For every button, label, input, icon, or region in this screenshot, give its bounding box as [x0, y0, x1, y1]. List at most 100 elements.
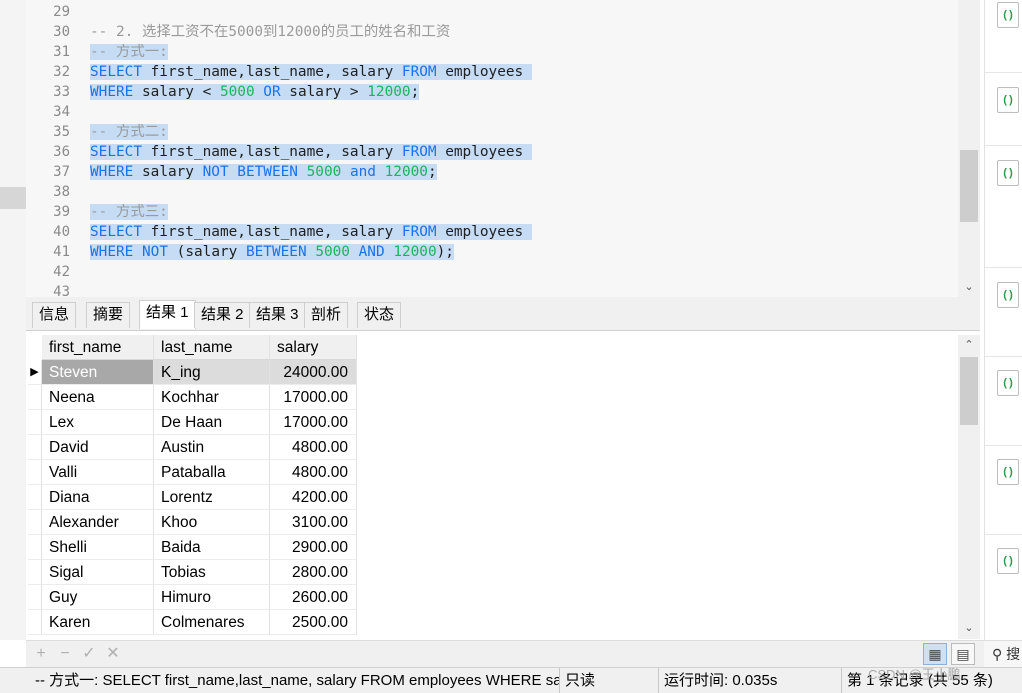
code-line[interactable]: -- 方式一: [90, 42, 168, 62]
table-cell[interactable]: 4200.00 [270, 485, 357, 510]
table-cell[interactable]: Himuro [154, 585, 270, 610]
table-cell[interactable]: 2800.00 [270, 560, 357, 585]
delete-record-button[interactable]: − [55, 644, 75, 664]
code-token: SELECT [90, 224, 142, 240]
grid-view-button[interactable]: ▦ [923, 643, 947, 665]
scroll-down-icon[interactable]: ⌄ [961, 281, 977, 293]
code-line[interactable]: -- 方式二: [90, 122, 168, 142]
column-header[interactable]: salary [270, 335, 357, 360]
table-cell[interactable]: 2500.00 [270, 610, 357, 635]
scroll-up-icon[interactable]: ⌃ [961, 338, 977, 352]
table-cell[interactable]: Baida [154, 535, 270, 560]
column-header[interactable]: last_name [154, 335, 270, 360]
scroll-down-icon[interactable]: ⌄ [961, 621, 977, 635]
row-indicator[interactable] [28, 535, 42, 560]
code-line[interactable]: -- 方式三: [90, 202, 168, 222]
row-indicator[interactable] [28, 385, 42, 410]
query-file-icon[interactable]: ( ) [997, 459, 1019, 485]
table-cell[interactable]: Karen [42, 610, 154, 635]
line-number: 31 [53, 44, 70, 60]
table-cell[interactable]: Colmenares [154, 610, 270, 635]
query-file-icon[interactable]: ( ) [997, 370, 1019, 396]
form-view-button[interactable]: ▤ [951, 643, 975, 665]
table-cell[interactable]: 2900.00 [270, 535, 357, 560]
table-cell[interactable]: David [42, 435, 154, 460]
table-cell[interactable]: Kochhar [154, 385, 270, 410]
table-cell[interactable]: K_ing [154, 360, 270, 385]
column-header[interactable]: first_name [42, 335, 154, 360]
left-margin-strip [0, 0, 26, 640]
table-cell[interactable]: 3100.00 [270, 510, 357, 535]
code-line[interactable]: -- 2. 选择工资不在5000到12000的员工的姓名和工资 [90, 22, 450, 42]
result-grid[interactable]: first_name last_name salary ▶ Steven K_ing… [26, 331, 958, 639]
code-line[interactable]: SELECT first_name,last_name, salary FROM… [90, 142, 532, 162]
grid-scrollbar[interactable]: ⌃ ⌄ [958, 335, 980, 639]
code-token: WHERE [90, 244, 134, 260]
query-file-icon[interactable]: ( ) [997, 282, 1019, 308]
row-indicator[interactable] [28, 585, 42, 610]
table-cell[interactable]: 17000.00 [270, 385, 357, 410]
table-cell[interactable]: De Haan [154, 410, 270, 435]
line-number: 34 [53, 104, 70, 120]
table-cell[interactable]: Lex [42, 410, 154, 435]
query-file-icon[interactable]: ( ) [997, 548, 1019, 574]
code-line[interactable]: SELECT first_name,last_name, salary FROM… [90, 222, 532, 242]
left-splitter-marker[interactable] [0, 187, 26, 209]
code-line[interactable]: WHERE salary NOT BETWEEN 5000 and 12000; [90, 162, 437, 182]
query-file-icon[interactable]: ( ) [997, 160, 1019, 186]
status-runtime: 运行时间: 0.035s [659, 668, 842, 693]
search-label: 搜 [1006, 646, 1021, 662]
tab-result-1[interactable]: 结果 1 [139, 300, 196, 329]
table-cell[interactable]: 17000.00 [270, 410, 357, 435]
table-cell[interactable]: Pataballa [154, 460, 270, 485]
table-cell[interactable]: 4800.00 [270, 460, 357, 485]
row-indicator[interactable] [28, 560, 42, 585]
table-cell[interactable]: Tobias [154, 560, 270, 585]
table-cell[interactable]: 4800.00 [270, 435, 357, 460]
table-cell[interactable]: Khoo [154, 510, 270, 535]
editor-scrollbar[interactable]: ⌄ [958, 0, 980, 297]
code-token: NOT [142, 244, 168, 260]
tab-result-2[interactable]: 结果 2 [194, 302, 251, 328]
status-query-text: -- 方式一: SELECT first_name,last_name, sal… [30, 668, 560, 693]
code-token: 5000 [306, 164, 342, 180]
tab-summary[interactable]: 摘要 [86, 302, 131, 328]
code-line[interactable]: SELECT first_name,last_name, salary FROM… [90, 62, 532, 82]
tab-status[interactable]: 状态 [357, 302, 402, 328]
table-cell[interactable]: Neena [42, 385, 154, 410]
table-cell[interactable]: Diana [42, 485, 154, 510]
table-cell[interactable]: Alexander [42, 510, 154, 535]
query-file-icon[interactable]: ( ) [997, 87, 1019, 113]
table-cell[interactable]: Steven [42, 360, 154, 385]
table-cell[interactable]: Guy [42, 585, 154, 610]
row-indicator[interactable] [28, 610, 42, 635]
apply-changes-button[interactable]: ✓ [79, 644, 99, 664]
row-indicator[interactable] [28, 485, 42, 510]
row-indicator[interactable] [28, 410, 42, 435]
query-file-icon[interactable]: ( ) [997, 2, 1019, 28]
table-cell[interactable]: 24000.00 [270, 360, 357, 385]
discard-changes-button[interactable]: ✕ [103, 644, 123, 664]
code-line[interactable]: WHERE NOT (salary BETWEEN 5000 AND 12000… [90, 242, 454, 262]
tab-info[interactable]: 信息 [32, 302, 77, 328]
sql-editor[interactable]: 29 30 31 32 33 34 35 36 37 38 39 40 41 42 43 -- 2. 选择工… [26, 0, 958, 297]
current-row-arrow-icon[interactable]: ▶ [28, 360, 42, 385]
code-token: and [349, 164, 376, 180]
table-cell[interactable]: Austin [154, 435, 270, 460]
editor-scroll-thumb[interactable] [960, 150, 978, 222]
code-line[interactable]: WHERE salary < 5000 OR salary > 12000; [90, 82, 420, 102]
tab-profile[interactable]: 剖析 [304, 302, 349, 328]
row-indicator[interactable] [28, 435, 42, 460]
table-cell[interactable]: Shelli [42, 535, 154, 560]
grid-scroll-thumb[interactable] [960, 357, 978, 425]
code-token: 12000 [367, 84, 411, 100]
add-record-button[interactable]: + [31, 644, 51, 664]
table-cell[interactable]: 2600.00 [270, 585, 357, 610]
table-cell[interactable]: Valli [42, 460, 154, 485]
table-cell[interactable]: Sigal [42, 560, 154, 585]
table-cell[interactable]: Lorentz [154, 485, 270, 510]
row-indicator[interactable] [28, 510, 42, 535]
search-field[interactable]: ⚲ 搜 [984, 640, 1022, 667]
row-indicator[interactable] [28, 460, 42, 485]
tab-result-3[interactable]: 结果 3 [249, 302, 306, 328]
